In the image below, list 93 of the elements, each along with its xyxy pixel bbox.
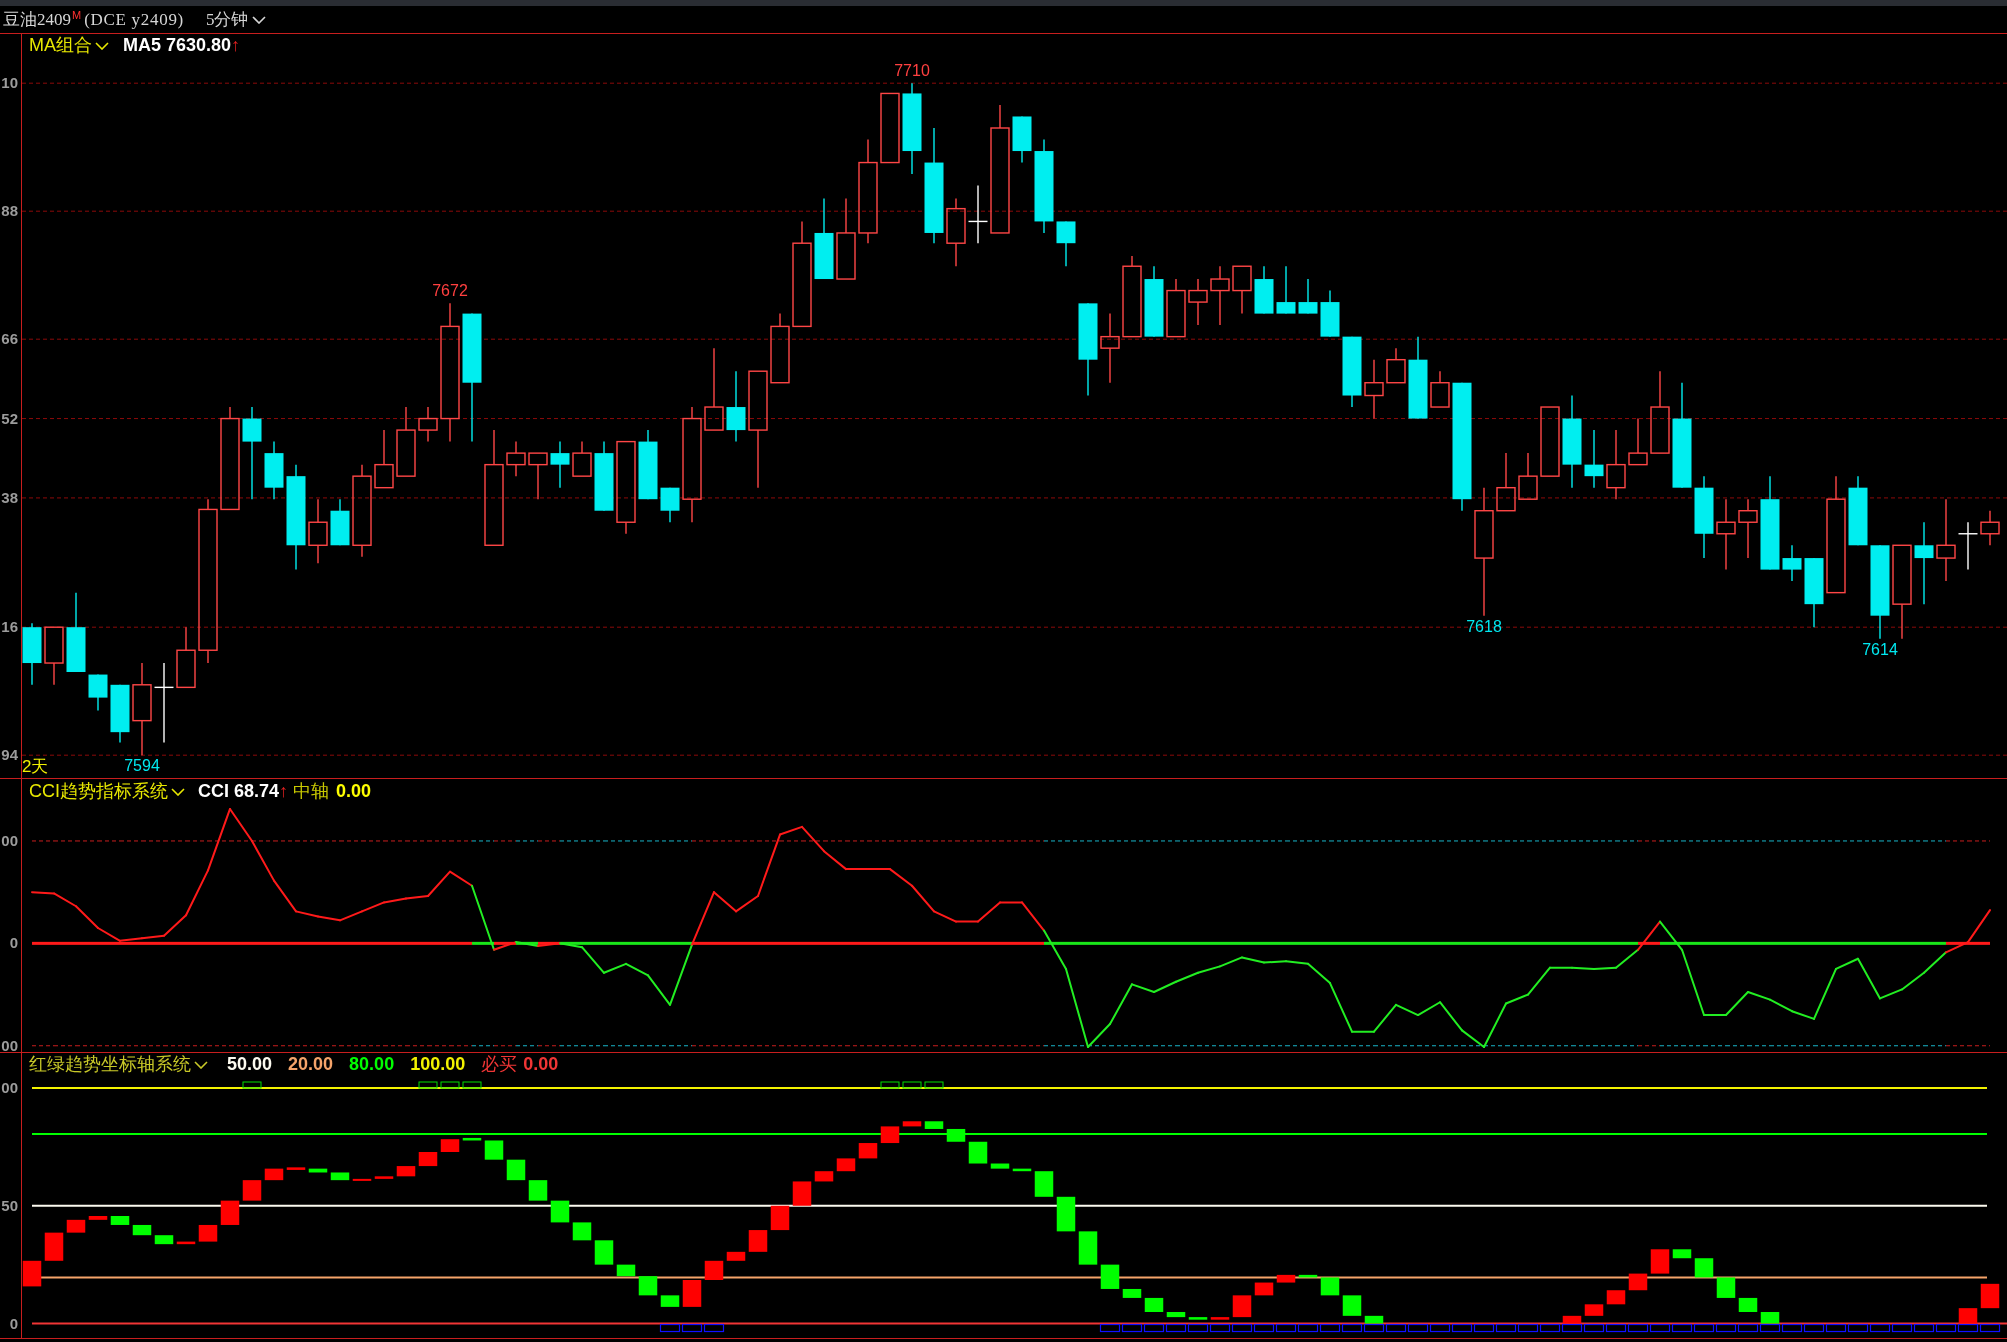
period-dropdown[interactable]: 5分钟 <box>205 9 267 30</box>
level-value: 0.00 <box>523 1054 559 1075</box>
signal-marker <box>1099 1323 1121 1333</box>
range-label: 2天 <box>22 757 49 777</box>
center-axis-label: 中轴 <box>293 781 330 802</box>
signal-label: 必买 <box>481 1054 518 1075</box>
signal-marker <box>1583 1323 1605 1333</box>
signal-marker <box>1121 1323 1143 1333</box>
signal-marker <box>1737 1323 1759 1333</box>
signal-marker <box>1869 1323 1891 1333</box>
signal-marker <box>1693 1323 1715 1333</box>
signal-marker <box>1759 1323 1781 1333</box>
ma-value: MA5 7630.80 <box>123 35 232 56</box>
signal-marker <box>1979 1323 2001 1333</box>
indicator-dropdown[interactable]: MA组合 <box>29 35 109 56</box>
level-value: 80.00 <box>349 1054 395 1075</box>
axis-label: 10 <box>1 74 18 93</box>
signal-marker <box>681 1323 703 1333</box>
signal-marker <box>1341 1323 1363 1333</box>
axis-label: 94 <box>1 746 18 765</box>
signal-marker <box>1319 1323 1341 1333</box>
axis-label: 52 <box>1 409 18 428</box>
axis-label: 00 <box>1 1036 18 1055</box>
axis-label: 16 <box>1 618 18 637</box>
signal-marker <box>1649 1323 1671 1333</box>
symbol-name: 豆油2409 <box>3 9 71 30</box>
trend-indicator-dropdown[interactable]: 红绿趋势坐标轴系统 <box>29 1054 208 1075</box>
level-value: 20.00 <box>288 1054 334 1075</box>
cci-value: CCI 68.74 <box>198 781 280 802</box>
chevron-down-icon <box>252 15 267 24</box>
signal-marker <box>440 1081 460 1089</box>
signal-marker <box>1605 1323 1627 1333</box>
trend-arrow: ↑ <box>279 781 289 802</box>
signal-marker <box>1429 1323 1451 1333</box>
signal-marker <box>1187 1323 1209 1333</box>
axis-label: 00 <box>1 1079 18 1097</box>
signal-marker <box>1451 1323 1473 1333</box>
trend-arrow: ↑ <box>231 35 241 56</box>
signal-marker <box>1275 1323 1297 1333</box>
low-price-label: 7618 <box>1465 617 1503 636</box>
signal-marker <box>1363 1323 1385 1333</box>
signal-marker <box>1143 1323 1165 1333</box>
low-price-label: 7614 <box>1861 640 1899 659</box>
signal-marker <box>1825 1323 1847 1333</box>
chevron-down-icon <box>95 41 109 50</box>
signal-marker <box>1781 1323 1803 1333</box>
signal-marker <box>1935 1323 1957 1333</box>
signal-marker <box>1253 1323 1275 1333</box>
signal-marker <box>1671 1323 1693 1333</box>
signal-marker <box>1891 1323 1913 1333</box>
signal-marker <box>1957 1323 1979 1333</box>
low-price-label: 7594 <box>123 757 161 776</box>
signal-marker <box>1495 1323 1517 1333</box>
signal-marker <box>1297 1323 1319 1333</box>
signal-marker <box>1209 1323 1231 1333</box>
axis-label: 0 <box>9 1314 18 1333</box>
signal-marker <box>902 1081 922 1089</box>
signal-marker <box>462 1081 482 1089</box>
signal-marker <box>659 1323 681 1333</box>
signal-marker <box>1539 1323 1561 1333</box>
axis-label: 0 <box>9 934 18 953</box>
signal-marker <box>418 1081 438 1089</box>
axis-label: 38 <box>1 488 18 507</box>
signal-marker <box>1231 1323 1253 1333</box>
signal-marker <box>242 1081 262 1089</box>
signal-marker <box>1165 1323 1187 1333</box>
signal-marker <box>1913 1323 1935 1333</box>
signal-marker <box>1385 1323 1407 1333</box>
level-value: 50.00 <box>227 1054 273 1075</box>
chevron-down-icon <box>171 787 185 796</box>
high-price-label: 7710 <box>893 62 931 81</box>
signal-marker <box>1803 1323 1825 1333</box>
signal-marker <box>1517 1323 1539 1333</box>
signal-marker <box>703 1323 725 1333</box>
axis-label: 50 <box>1 1196 18 1215</box>
signal-marker <box>1847 1323 1869 1333</box>
axis-label: 88 <box>1 202 18 221</box>
axis-label: 00 <box>1 831 18 850</box>
chevron-down-icon <box>194 1060 208 1069</box>
signal-marker <box>1407 1323 1429 1333</box>
high-price-label: 7672 <box>431 282 469 301</box>
signal-marker <box>1715 1323 1737 1333</box>
level-value: 100.00 <box>410 1054 466 1075</box>
signal-marker <box>1627 1323 1649 1333</box>
axis-label: 66 <box>1 330 18 349</box>
center-axis-value: 0.00 <box>336 781 372 802</box>
contract-code: (DCE y2409) <box>84 9 184 30</box>
cci-indicator-dropdown[interactable]: CCI趋势指标系统 <box>29 781 185 802</box>
signal-marker <box>924 1081 944 1089</box>
signal-marker <box>1561 1323 1583 1333</box>
signal-marker <box>880 1081 900 1089</box>
contract-suffix-label: M <box>72 9 82 21</box>
signal-marker <box>1473 1323 1495 1333</box>
